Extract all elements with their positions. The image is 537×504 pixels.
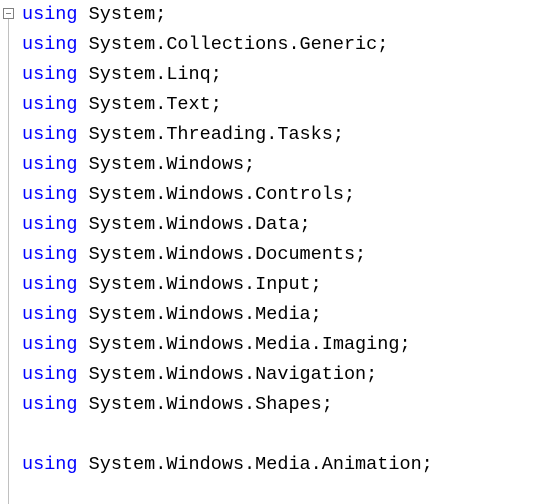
namespace: System.Linq; [78, 64, 222, 85]
fold-toggle-icon[interactable] [3, 8, 14, 19]
namespace: System.Windows.Documents; [78, 244, 367, 265]
namespace: System.Windows.Controls; [78, 184, 356, 205]
namespace: System; [78, 4, 167, 25]
namespace: System.Threading.Tasks; [78, 124, 344, 145]
code-line[interactable]: using System.Windows.Navigation; [22, 360, 433, 390]
keyword: using [22, 394, 78, 415]
fold-guide-line [8, 19, 9, 504]
keyword: using [22, 214, 78, 235]
code-line[interactable] [22, 420, 433, 450]
code-line[interactable]: using System.Windows.Documents; [22, 240, 433, 270]
namespace: System.Windows.Media.Animation; [78, 454, 433, 475]
keyword: using [22, 4, 78, 25]
outline-gutter [0, 0, 18, 504]
code-line[interactable]: using System.Linq; [22, 60, 433, 90]
keyword: using [22, 94, 78, 115]
keyword: using [22, 34, 78, 55]
code-area[interactable]: using System;using System.Collections.Ge… [18, 0, 433, 504]
keyword: using [22, 454, 78, 475]
keyword: using [22, 304, 78, 325]
namespace: System.Windows; [78, 154, 256, 175]
code-editor[interactable]: using System;using System.Collections.Ge… [0, 0, 537, 504]
keyword: using [22, 184, 78, 205]
namespace: System.Windows.Data; [78, 214, 311, 235]
code-line[interactable]: using System.Text; [22, 90, 433, 120]
keyword: using [22, 154, 78, 175]
code-line[interactable]: using System.Windows.Media.Imaging; [22, 330, 433, 360]
namespace: System.Windows.Navigation; [78, 364, 378, 385]
code-line[interactable]: using System.Collections.Generic; [22, 30, 433, 60]
code-line[interactable]: using System.Windows; [22, 150, 433, 180]
namespace: System.Windows.Media.Imaging; [78, 334, 411, 355]
keyword: using [22, 274, 78, 295]
namespace: System.Windows.Shapes; [78, 394, 333, 415]
namespace: System.Collections.Generic; [78, 34, 389, 55]
keyword: using [22, 124, 78, 145]
keyword: using [22, 244, 78, 265]
code-line[interactable]: using System.Windows.Shapes; [22, 390, 433, 420]
code-line[interactable]: using System.Windows.Data; [22, 210, 433, 240]
code-line[interactable]: using System.Windows.Controls; [22, 180, 433, 210]
namespace: System.Windows.Media; [78, 304, 322, 325]
code-line[interactable]: using System.Windows.Input; [22, 270, 433, 300]
keyword: using [22, 64, 78, 85]
code-line[interactable]: using System.Windows.Media; [22, 300, 433, 330]
keyword: using [22, 364, 78, 385]
code-line[interactable]: using System.Windows.Media.Animation; [22, 450, 433, 480]
code-line[interactable]: using System.Threading.Tasks; [22, 120, 433, 150]
code-line[interactable]: using System; [22, 0, 433, 30]
keyword: using [22, 334, 78, 355]
namespace: System.Text; [78, 94, 222, 115]
namespace: System.Windows.Input; [78, 274, 322, 295]
